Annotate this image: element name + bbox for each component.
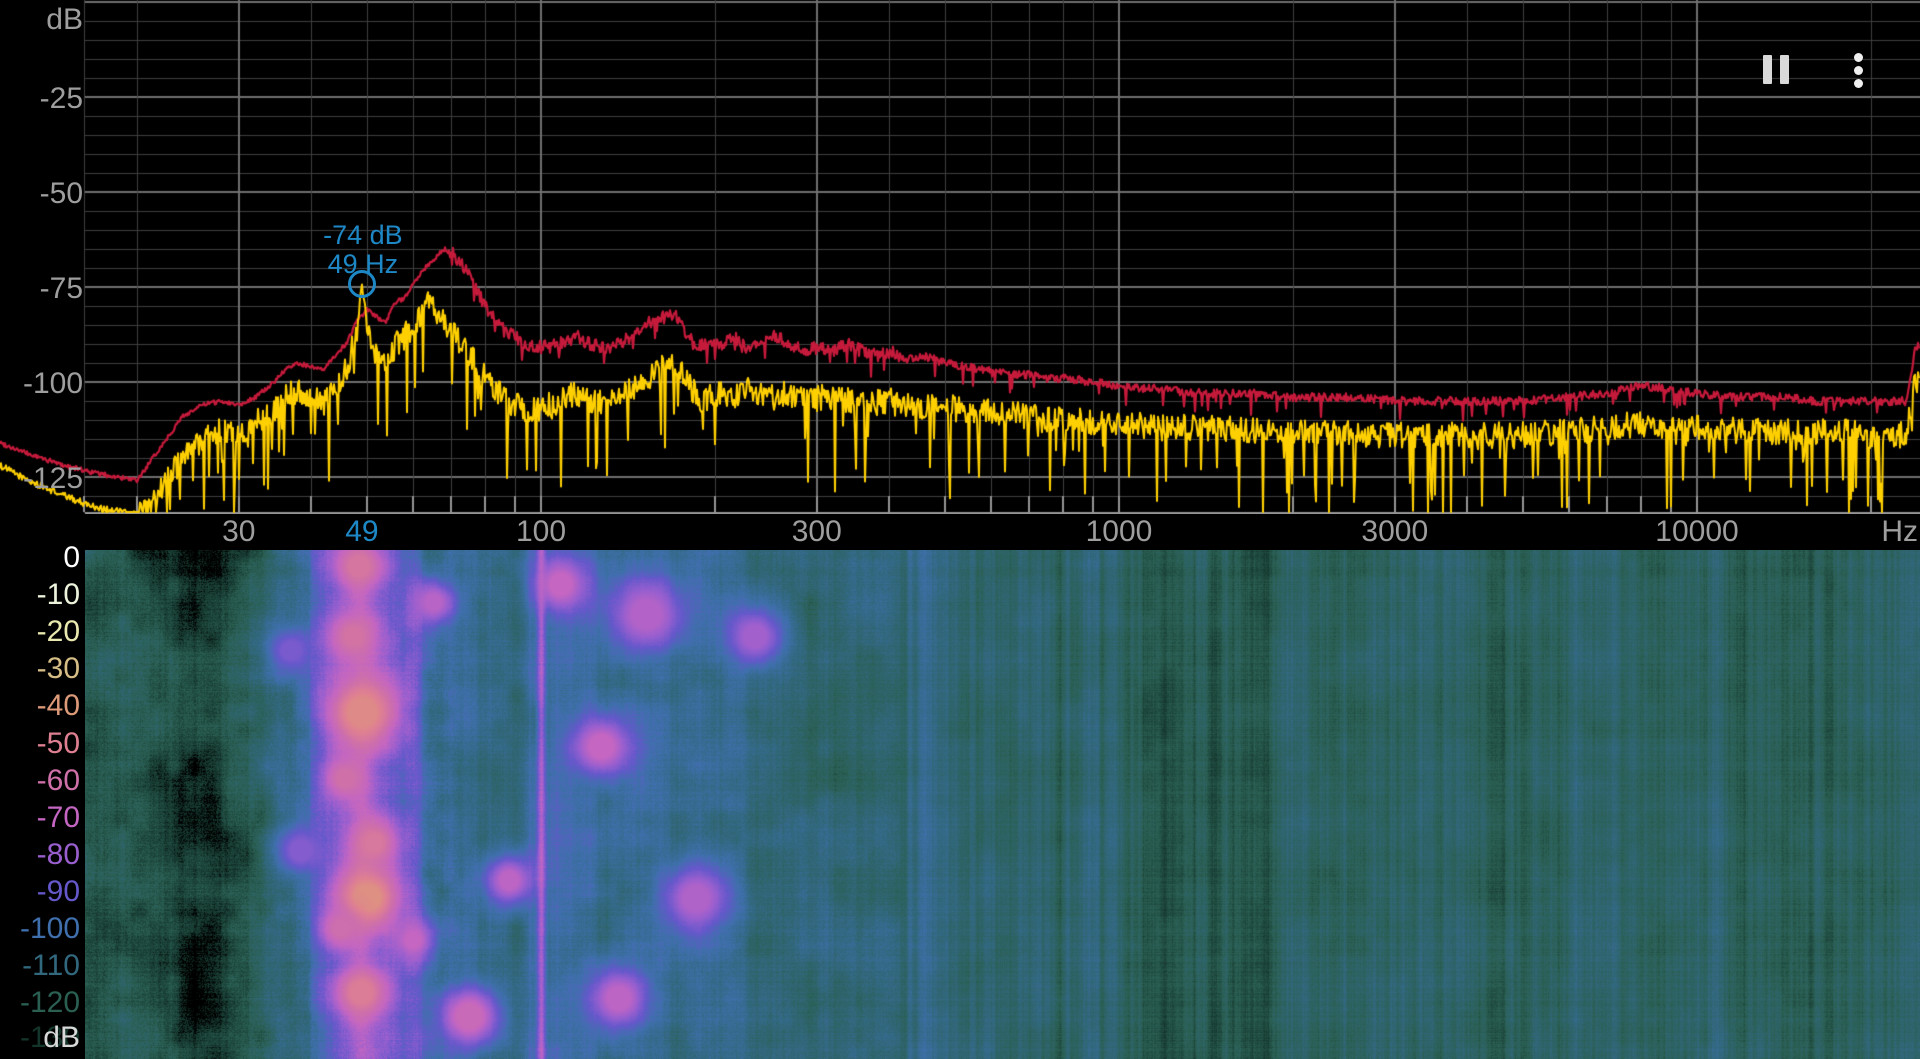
- kebab-menu-icon: [1854, 66, 1863, 75]
- spectrogram-canvas[interactable]: [85, 550, 1920, 1059]
- colorbar-tick-label: -40: [36, 689, 80, 723]
- spectrum-plot-canvas[interactable]: [0, 0, 1920, 514]
- y-axis-tick-label: -50: [39, 177, 83, 210]
- y-axis-tick-label: -25: [39, 82, 83, 115]
- pause-icon: [1763, 55, 1772, 84]
- overflow-menu-button[interactable]: [1838, 46, 1880, 94]
- y-axis-unit-label: dB: [46, 3, 83, 36]
- colorbar-tick-label: -110: [22, 949, 80, 983]
- marker-frequency-tick-label: 49: [345, 515, 379, 548]
- y-axis-tick-label: -125: [22, 462, 83, 495]
- colorbar-tick-label: -70: [36, 800, 80, 834]
- app-screen: dB -25 -50 -75 -100 -125 30 100 300 1000 3000 100…: [0, 0, 1920, 1059]
- pause-icon: [1780, 55, 1789, 84]
- kebab-menu-icon: [1854, 53, 1863, 62]
- x-axis-unit-label: Hz: [1881, 515, 1918, 548]
- colorbar-tick-label: -60: [36, 763, 80, 797]
- y-axis-tick-label: -100: [22, 367, 83, 400]
- x-axis-tick-label: 100: [515, 515, 567, 548]
- colorbar-tick-label: 0: [63, 541, 80, 574]
- colorbar-tick-label: -10: [36, 578, 80, 612]
- y-axis-tick-label: -75: [39, 272, 83, 305]
- x-axis-tick-label: 30: [222, 515, 256, 548]
- marker-circle-icon[interactable]: [347, 270, 376, 299]
- colorbar-tick-label: -20: [36, 615, 80, 649]
- colorbar-tick-label: -90: [36, 874, 80, 908]
- pause-button[interactable]: [1752, 46, 1800, 94]
- colorbar-tick-label: -120: [19, 986, 80, 1020]
- colorbar-tick-label: -100: [19, 912, 80, 945]
- x-axis-tick-label: 10000: [1655, 515, 1739, 548]
- x-axis-tick-label: 1000: [1085, 515, 1153, 548]
- kebab-menu-icon: [1854, 79, 1863, 88]
- marker-level-label: -74 dB: [323, 220, 403, 251]
- x-axis-tick-label: 300: [791, 515, 842, 548]
- x-axis-tick-label: 3000: [1361, 515, 1429, 548]
- spectrogram-unit-label: dB: [43, 1021, 80, 1054]
- colorbar-tick-label: -50: [36, 726, 80, 760]
- colorbar-tick-label: -80: [36, 837, 80, 871]
- colorbar-tick-label: -30: [36, 652, 80, 686]
